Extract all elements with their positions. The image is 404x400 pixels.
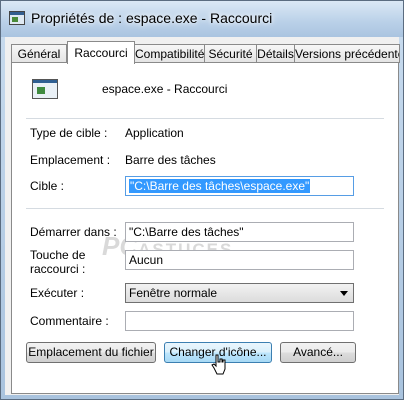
tab-previous-versions[interactable]: Versions précédentes	[294, 44, 400, 63]
divider	[26, 208, 384, 209]
tab-shortcut[interactable]: Raccourci	[67, 41, 135, 64]
start-in-field[interactable]: "C:\Barre des tâches"	[125, 222, 354, 242]
divider	[26, 118, 384, 119]
application-window-icon	[32, 79, 58, 99]
comment-label: Commentaire :	[30, 314, 109, 328]
target-type-label: Type de cible :	[30, 126, 108, 140]
advanced-button[interactable]: Avancé...	[280, 342, 356, 363]
target-field[interactable]: "C:\Barre des tâches\espace.exe"	[125, 176, 354, 196]
target-type-value: Application	[125, 126, 184, 140]
mouse-pointer-icon	[211, 354, 226, 375]
tab-details[interactable]: Détails	[256, 44, 295, 63]
shortcut-panel: PCASTUCES espace.exe - Raccourci Type de…	[11, 62, 399, 394]
dialog-body: Général Raccourci Compatibilité Sécurité…	[5, 37, 400, 395]
run-dropdown-value: Fenêtre normale	[129, 286, 218, 300]
title-bar[interactable]: Propriétés de : espace.exe - Raccourci	[1, 1, 403, 37]
tab-compatibility[interactable]: Compatibilité	[134, 44, 205, 63]
shortcut-name: espace.exe - Raccourci	[102, 82, 228, 96]
target-value: "C:\Barre des tâches\espace.exe"	[129, 179, 311, 193]
target-label: Cible :	[30, 179, 65, 193]
chevron-down-icon	[340, 291, 348, 296]
location-value: Barre des tâches	[125, 153, 216, 167]
hotkey-label: Touche de	[30, 248, 86, 262]
location-label: Emplacement :	[30, 153, 111, 167]
tab-strip: Général Raccourci Compatibilité Sécurité…	[11, 41, 400, 64]
tab-security[interactable]: Sécurité	[204, 44, 257, 63]
run-label: Exécuter :	[30, 286, 85, 300]
properties-window: Propriétés de : espace.exe - Raccourci G…	[0, 0, 404, 400]
comment-field[interactable]	[125, 311, 354, 331]
window-title: Propriétés de : espace.exe - Raccourci	[31, 10, 273, 26]
start-in-label: Démarrer dans :	[30, 225, 117, 239]
hotkey-field[interactable]: Aucun	[125, 250, 354, 270]
run-dropdown[interactable]: Fenêtre normale	[125, 283, 354, 303]
hotkey-label-continued: raccourci :	[30, 262, 86, 276]
tab-general[interactable]: Général	[11, 44, 67, 63]
window-icon	[9, 11, 25, 25]
open-file-location-button[interactable]: Emplacement du fichier	[26, 342, 156, 363]
